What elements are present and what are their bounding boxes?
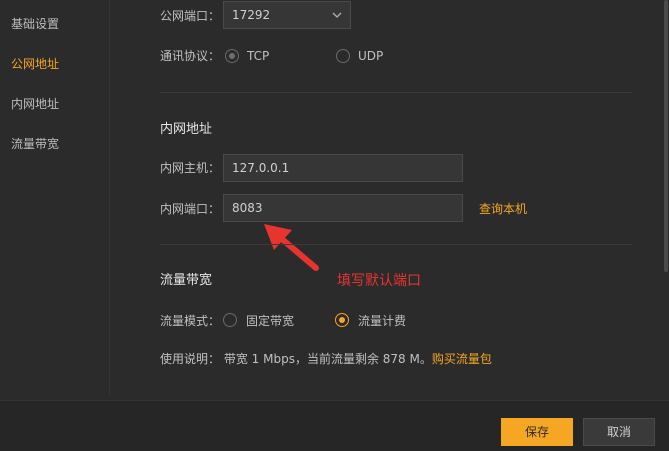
annotation-text: 填写默认端口 — [337, 273, 421, 289]
mode-fixed-radio[interactable] — [223, 313, 237, 327]
intranet-host-input[interactable]: 127.0.0.1 — [223, 154, 463, 182]
bandwidth-section-title: 流量带宽 — [160, 273, 213, 288]
protocol-udp-label[interactable]: UDP — [358, 48, 383, 64]
usage-info: 使用说明： 带宽 1 Mbps，当前流量剩余 878 M。购买流量包 — [160, 351, 492, 367]
protocol-label: 通讯协议： — [160, 49, 221, 63]
intranet-port-label: 内网端口： — [160, 202, 221, 216]
mode-traffic-label[interactable]: 流量计费 — [358, 313, 406, 329]
save-button[interactable]: 保存 — [501, 418, 573, 446]
chevron-down-icon — [332, 2, 342, 39]
sidebar-item-bandwidth[interactable]: 流量带宽 — [11, 136, 59, 152]
protocol-tcp-radio[interactable] — [225, 49, 239, 63]
cancel-button[interactable]: 取消 — [583, 418, 655, 446]
divider — [160, 244, 632, 245]
intranet-port-input[interactable]: 8083 — [223, 194, 463, 222]
sidebar-item-basic-settings[interactable]: 基础设置 — [11, 16, 59, 32]
bandwidth-mode-label: 流量模式： — [160, 314, 221, 328]
buy-traffic-link[interactable]: 购买流量包 — [432, 352, 492, 366]
protocol-tcp-label[interactable]: TCP — [247, 48, 269, 64]
arrow-icon — [264, 224, 319, 271]
scrollbar[interactable] — [663, 0, 669, 400]
divider — [160, 92, 632, 93]
sidebar: 基础设置 公网地址 内网地址 流量带宽 — [0, 0, 110, 395]
scrollbar-thumb[interactable] — [664, 0, 668, 272]
usage-text: 带宽 1 Mbps，当前流量剩余 878 M。 — [223, 352, 432, 366]
protocol-udp-radio[interactable] — [336, 49, 350, 63]
footer: 保存 取消 — [0, 400, 669, 451]
sidebar-item-public-address[interactable]: 公网地址 — [11, 56, 59, 72]
intranet-section-title: 内网地址 — [160, 122, 213, 137]
usage-label: 使用说明： — [160, 352, 221, 366]
mode-traffic-radio[interactable] — [335, 313, 349, 327]
query-local-link[interactable]: 查询本机 — [479, 201, 527, 217]
mode-fixed-label[interactable]: 固定带宽 — [246, 313, 294, 329]
public-port-label: 公网端口： — [160, 9, 221, 23]
intranet-host-label: 内网主机： — [160, 161, 221, 175]
public-port-value: 17292 — [232, 8, 271, 22]
public-port-select[interactable]: 17292 — [223, 1, 351, 29]
sidebar-item-intranet-address[interactable]: 内网地址 — [11, 96, 59, 112]
